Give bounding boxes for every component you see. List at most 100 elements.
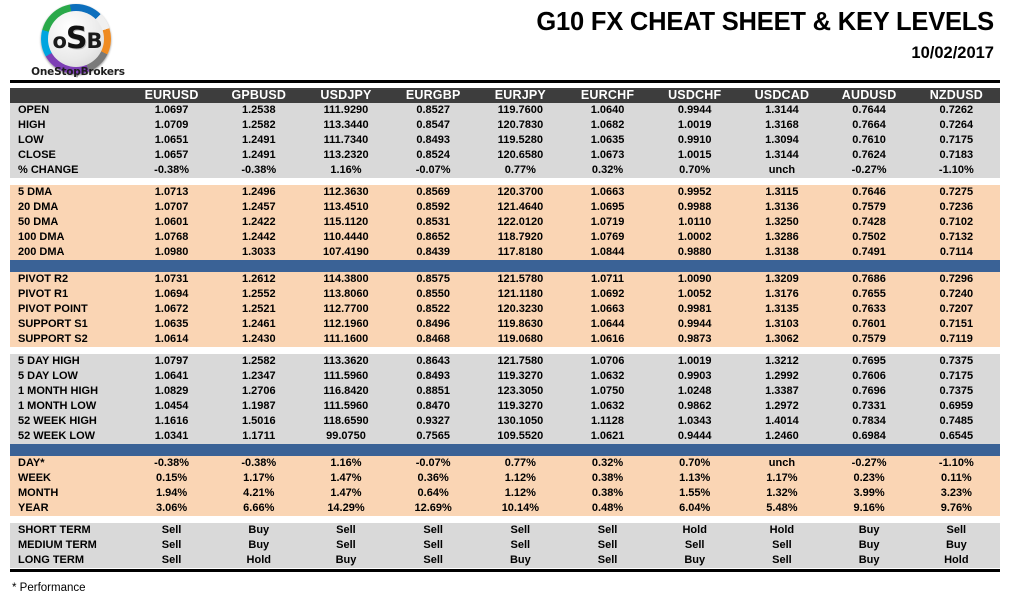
data-cell: 1.2491 [215,133,302,148]
data-cell: 0.8575 [390,272,477,287]
recommendation-cell: Buy [215,538,302,553]
data-cell: 0.7579 [826,200,913,215]
section-divider-bar [10,444,1000,456]
section-divider-bar-cell [10,260,1000,272]
data-cell: -1.10% [913,163,1000,178]
recommendation-cell: Sell [564,538,651,553]
data-cell: 1.2582 [215,354,302,369]
data-cell: 1.17% [738,471,825,486]
data-cell: 0.8569 [390,185,477,200]
data-cell: 1.47% [302,486,389,501]
row-label: 5 DAY LOW [10,369,128,384]
data-cell: 1.3033 [215,245,302,260]
data-cell: 0.7610 [826,133,913,148]
data-cell: 1.0797 [128,354,215,369]
data-cell: 1.2347 [215,369,302,384]
table-row: PIVOT R11.06941.2552113.80600.8550121.11… [10,287,1000,302]
data-cell: 1.2442 [215,230,302,245]
data-cell: 1.5016 [215,414,302,429]
data-cell: 122.0120 [477,215,564,230]
row-label: 5 DMA [10,185,128,200]
data-cell: 1.3115 [738,185,825,200]
data-cell: -0.07% [390,163,477,178]
data-cell: 0.9327 [390,414,477,429]
data-cell: 0.7565 [390,429,477,444]
recommendation-cell: Buy [302,553,389,568]
row-label: 1 MONTH LOW [10,399,128,414]
data-cell: 114.3800 [302,272,389,287]
data-cell: 1.0640 [564,103,651,118]
header-divider-rule [10,80,1000,83]
section-spacer [10,178,1000,185]
data-cell: 1.2706 [215,384,302,399]
data-cell: 0.9910 [651,133,738,148]
row-label: % CHANGE [10,163,128,178]
table-row: CLOSE1.06571.2491113.23200.8524120.65801… [10,148,1000,163]
data-cell: 111.1600 [302,332,389,347]
data-cell: 0.7102 [913,215,1000,230]
data-cell: 0.7633 [826,302,913,317]
data-cell: 0.9873 [651,332,738,347]
data-cell: 107.4190 [302,245,389,260]
recommendation-cell: Hold [913,553,1000,568]
data-cell: 1.0601 [128,215,215,230]
table-row: 5 DAY HIGH1.07971.2582113.36200.8643121.… [10,354,1000,369]
data-cell: 1.3103 [738,317,825,332]
data-cell: 6.04% [651,501,738,516]
data-cell: 1.2496 [215,185,302,200]
data-cell: 111.5960 [302,369,389,384]
data-cell: 0.7132 [913,230,1000,245]
table-row: LONG TERMSellHoldBuySellBuySellBuySellBu… [10,553,1000,568]
data-cell: 0.7275 [913,185,1000,200]
data-cell: 1.0768 [128,230,215,245]
column-header-row: EURUSDGPBUSDUSDJPYEURGBPEURJPYEURCHFUSDC… [10,88,1000,103]
data-cell: 0.8468 [390,332,477,347]
data-cell: 3.99% [826,486,913,501]
row-label: HIGH [10,118,128,133]
section-spacer-cell [10,347,1000,354]
data-cell: 1.3062 [738,332,825,347]
data-cell: 0.7646 [826,185,913,200]
data-cell: 1.3144 [738,148,825,163]
column-header-eurusd: EURUSD [128,88,215,103]
row-label: DAY* [10,456,128,471]
section-divider-bar [10,260,1000,272]
data-cell: 0.7264 [913,118,1000,133]
data-cell: -0.38% [215,456,302,471]
table-row: PIVOT POINT1.06721.2521112.77000.8522120… [10,302,1000,317]
data-cell: 0.7491 [826,245,913,260]
data-cell: 1.2972 [738,399,825,414]
data-cell: 113.8060 [302,287,389,302]
data-cell: 0.8470 [390,399,477,414]
data-cell: 1.2582 [215,118,302,133]
data-cell: 1.2538 [215,103,302,118]
data-cell: 1.1128 [564,414,651,429]
data-cell: 110.4440 [302,230,389,245]
data-cell: 0.7262 [913,103,1000,118]
data-cell: 0.7644 [826,103,913,118]
section-spacer-cell [10,178,1000,185]
data-cell: 1.0707 [128,200,215,215]
data-cell: 119.5280 [477,133,564,148]
data-cell: 1.3286 [738,230,825,245]
table-row: MEDIUM TERMSellBuySellSellSellSellSellSe… [10,538,1000,553]
recommendation-cell: Hold [738,523,825,538]
data-cell: 0.8439 [390,245,477,260]
section-spacer [10,347,1000,354]
data-cell: 109.5520 [477,429,564,444]
data-cell: 1.3136 [738,200,825,215]
column-header-eurgbp: EURGBP [390,88,477,103]
data-cell: 123.3050 [477,384,564,399]
data-cell: 1.0632 [564,399,651,414]
section-spacer [10,516,1000,523]
data-cell: 0.77% [477,163,564,178]
data-cell: 1.12% [477,486,564,501]
column-header-usdchf: USDCHF [651,88,738,103]
data-cell: 1.0692 [564,287,651,302]
data-cell: 0.7695 [826,354,913,369]
table-row: SUPPORT S21.06141.2430111.16000.8468119.… [10,332,1000,347]
data-cell: 0.7236 [913,200,1000,215]
data-cell: 0.6984 [826,429,913,444]
row-label: 1 MONTH HIGH [10,384,128,399]
data-cell: 1.0697 [128,103,215,118]
